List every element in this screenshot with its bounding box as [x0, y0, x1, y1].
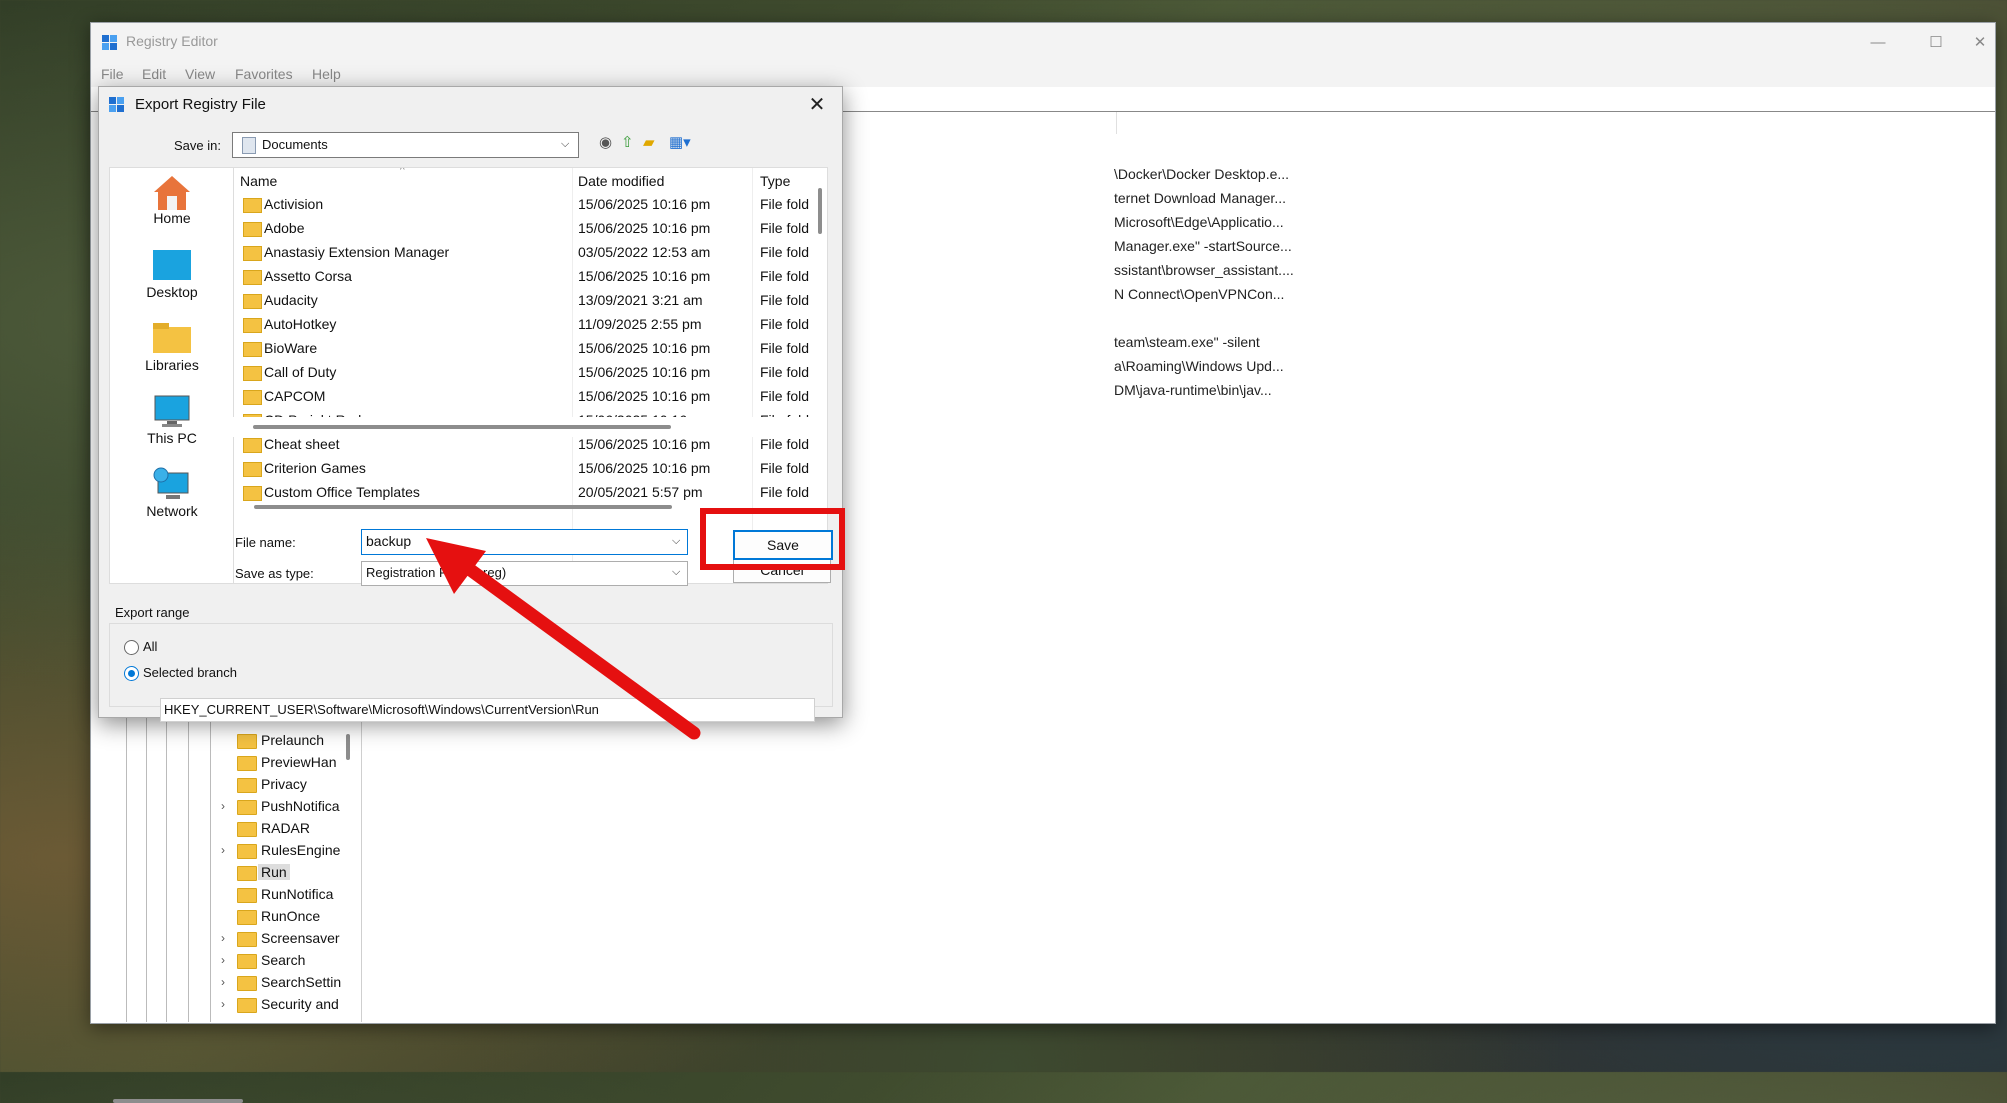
arrow-shaft	[443, 548, 701, 740]
annotation-overlay	[426, 538, 701, 740]
arrow-head-icon	[426, 538, 486, 594]
tree-horizontal-scrollbar[interactable]	[113, 1099, 243, 1103]
